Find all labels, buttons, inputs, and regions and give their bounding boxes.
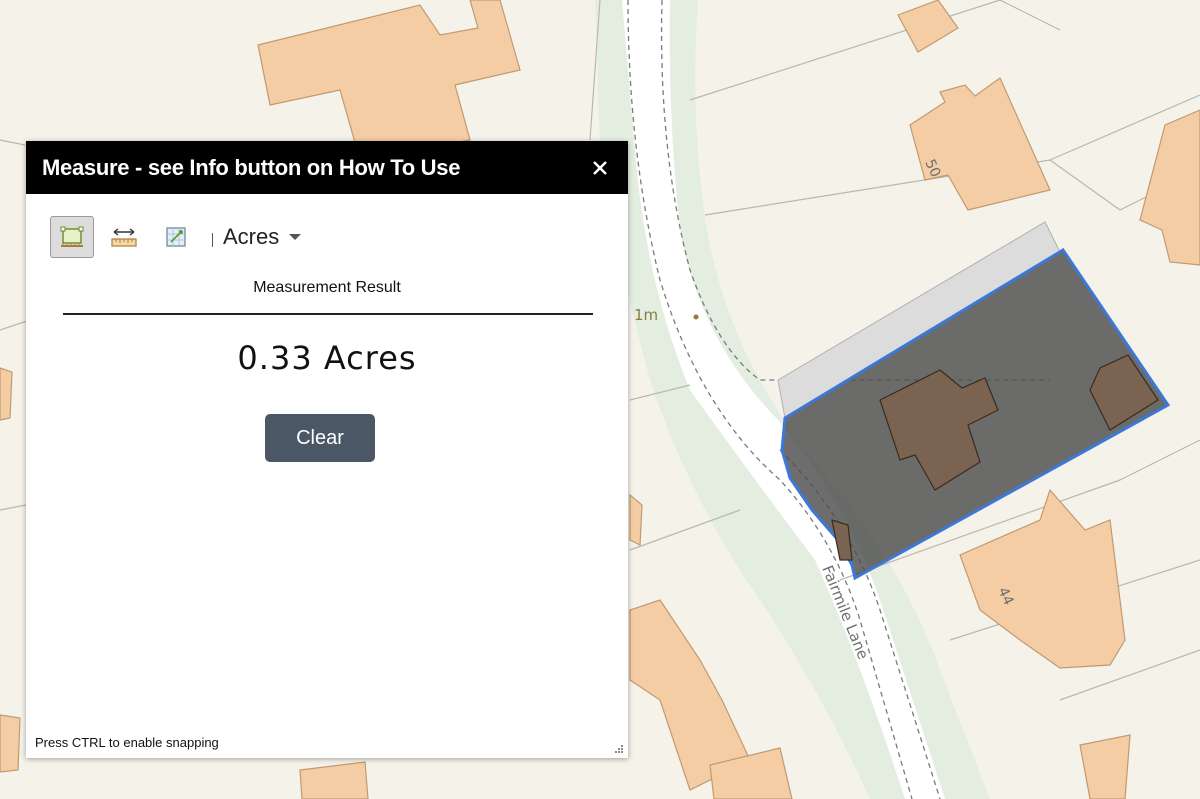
result-divider <box>63 313 593 315</box>
building <box>0 367 13 421</box>
area-measure-icon <box>60 226 84 247</box>
result-heading: Measurement Result <box>253 279 401 296</box>
distance-measure-icon <box>111 228 137 247</box>
panel-header: Measure - see Info button on How To Use <box>26 141 628 194</box>
close-button[interactable] <box>588 156 612 180</box>
distance-tool-button[interactable] <box>102 216 146 258</box>
toolbar-separator <box>212 233 213 247</box>
building <box>0 714 21 773</box>
chevron-down-icon <box>289 234 302 240</box>
location-measure-icon <box>166 227 186 247</box>
clear-button[interactable]: Clear <box>265 414 375 462</box>
measure-toolbar: Acres <box>50 215 302 259</box>
measure-panel: Measure - see Info button on How To Use <box>26 141 628 758</box>
close-icon <box>593 160 607 175</box>
snapping-hint: Press CTRL to enable snapping <box>35 735 219 750</box>
unit-dropdown[interactable]: Acres <box>223 224 302 250</box>
spot-height-label: 1m <box>634 306 658 324</box>
area-tool-button[interactable] <box>50 216 94 258</box>
measurement-result: 0.33 Acres <box>237 339 417 377</box>
location-tool-button[interactable] <box>154 216 198 258</box>
unit-selected-value: Acres <box>223 224 280 249</box>
panel-title: Measure - see Info button on How To Use <box>42 154 461 180</box>
spot-marker <box>693 314 699 320</box>
resize-grip-icon[interactable] <box>614 744 624 754</box>
